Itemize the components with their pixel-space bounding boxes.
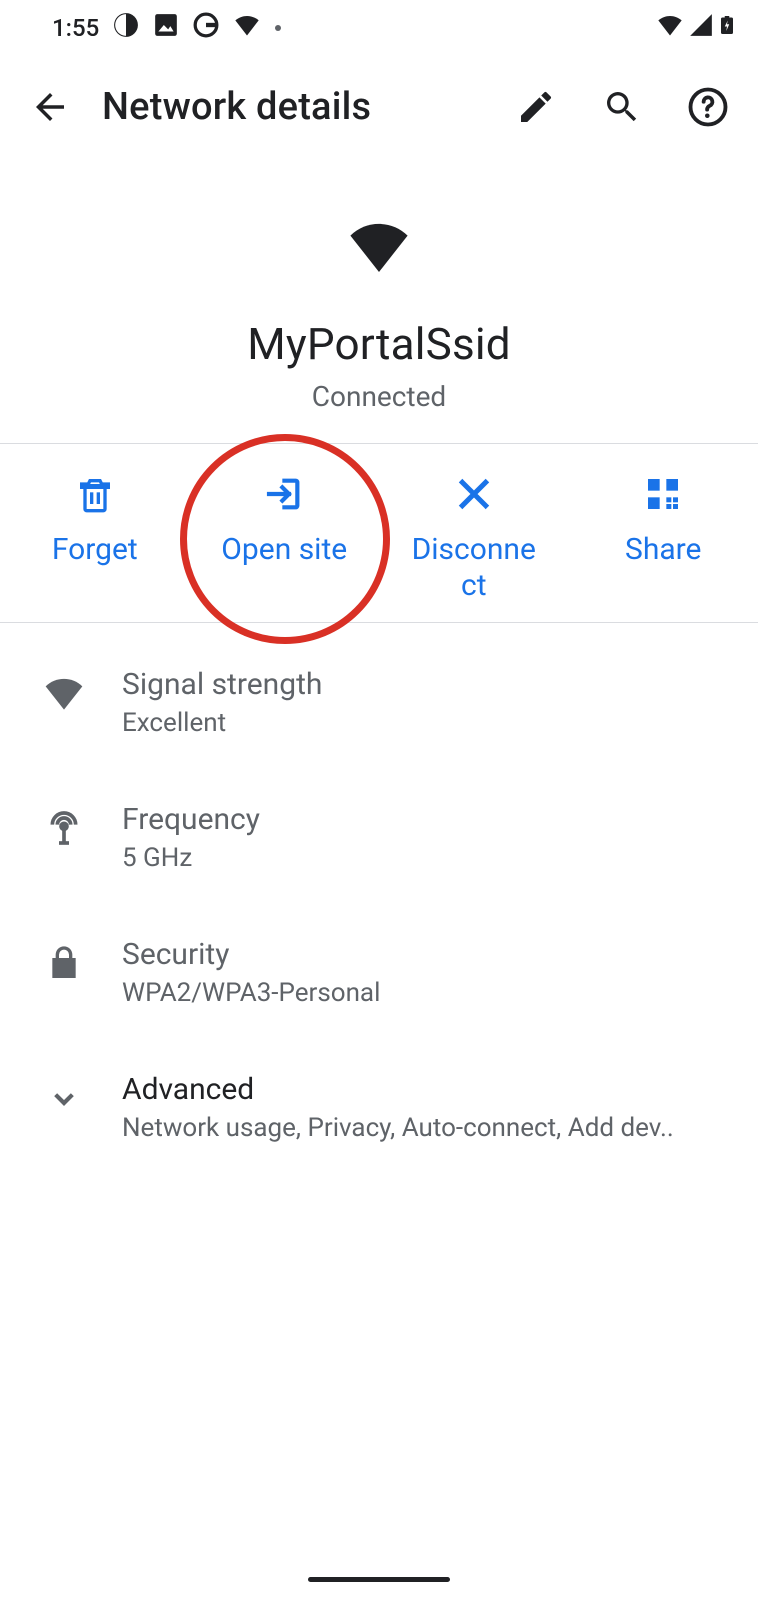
security-value: WPA2/WPA3-Personal [122,978,734,1008]
lock-icon [24,937,104,983]
cell-signal-icon [688,12,714,44]
share-button[interactable]: Share [569,462,758,604]
notification-dot-icon [275,25,281,31]
login-icon [264,474,304,518]
network-ssid: MyPortalSsid [247,318,511,370]
share-label: Share [625,532,701,568]
network-header: MyPortalSsid Connected [0,158,758,443]
frequency-item[interactable]: Frequency 5 GHz [0,770,758,905]
advanced-item[interactable]: Advanced Network usage, Privacy, Auto-co… [0,1040,758,1175]
chevron-down-icon [24,1072,104,1118]
dnd-icon [113,12,139,44]
app-bar: Network details [0,56,758,158]
edit-button[interactable] [502,73,570,141]
search-button[interactable] [588,73,656,141]
signal-strength-label: Signal strength [122,667,734,702]
back-button[interactable] [16,73,84,141]
frequency-value: 5 GHz [122,843,734,873]
clock: 1:55 [52,14,99,42]
action-row: Forget Open site Disconnect Share [0,443,758,623]
help-button[interactable] [674,73,742,141]
nav-handle[interactable] [308,1577,450,1582]
signal-strength-value: Excellent [122,708,734,738]
signal-strength-item[interactable]: Signal strength Excellent [0,635,758,770]
trash-icon [75,474,115,518]
forget-button[interactable]: Forget [0,462,190,604]
status-right [656,11,736,45]
security-item[interactable]: Security WPA2/WPA3-Personal [0,905,758,1040]
antenna-icon [24,802,104,848]
advanced-value: Network usage, Privacy, Auto-connect, Ad… [122,1113,702,1143]
photos-icon [153,12,179,44]
wifi-icon [346,220,412,276]
status-bar: 1:55 [0,0,758,56]
disconnect-button[interactable]: Disconnect [379,462,569,604]
wifi-status-icon [656,11,684,45]
qr-code-icon [643,474,683,518]
close-icon [454,474,494,518]
open-site-button[interactable]: Open site [190,462,380,604]
disconnect-label: Disconnect [404,532,544,604]
detail-list: Signal strength Excellent Frequency 5 GH… [0,623,758,1175]
network-status: Connected [312,380,446,413]
wifi-small-icon [233,11,261,45]
status-left: 1:55 [52,11,281,45]
google-icon [193,12,219,44]
wifi-signal-icon [24,667,104,713]
forget-label: Forget [52,532,138,568]
open-site-label: Open site [221,532,347,568]
frequency-label: Frequency [122,802,734,837]
advanced-label: Advanced [122,1072,734,1107]
page-title: Network details [102,85,502,129]
battery-charging-icon [718,11,736,45]
security-label: Security [122,937,734,972]
